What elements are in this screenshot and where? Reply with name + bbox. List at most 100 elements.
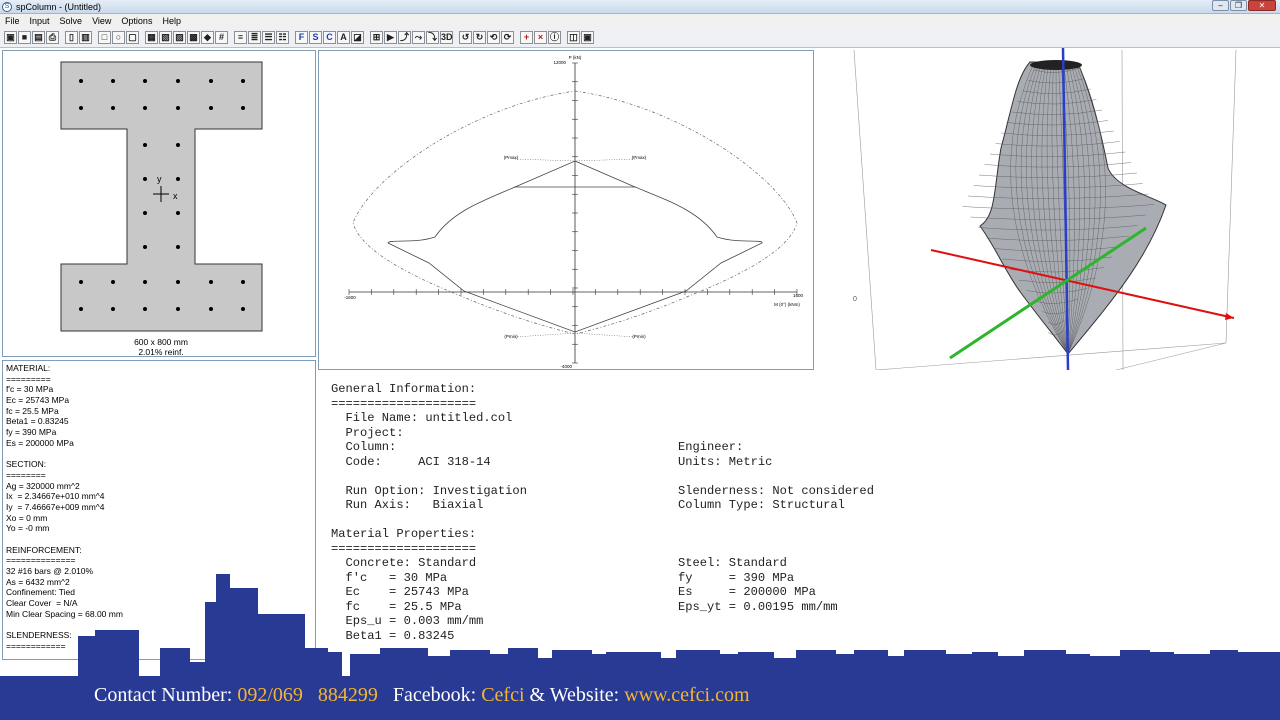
- pmin-right-label: (Pmin): [632, 334, 646, 339]
- rebar-dot: [79, 106, 83, 110]
- loads-3-icon[interactable]: ☰: [262, 31, 275, 44]
- minimize-button[interactable]: –: [1212, 0, 1229, 11]
- x-axis-arrow: [1225, 313, 1234, 320]
- menu-solve[interactable]: Solve: [55, 14, 88, 28]
- page-icon[interactable]: ▯: [65, 31, 78, 44]
- rebar-dot: [79, 79, 83, 83]
- menu-help[interactable]: Help: [157, 14, 186, 28]
- skyline-building: [1236, 652, 1280, 720]
- report-line: Run Option: Investigation Slenderness: No…: [331, 484, 1276, 499]
- box-edge: [853, 49, 877, 371]
- report-icon[interactable]: ▥: [79, 31, 92, 44]
- property-line: fc = 25.5 MPa: [6, 405, 59, 416]
- add-bar-icon[interactable]: +: [520, 31, 533, 44]
- report-right-text: Steel: Standard: [678, 556, 787, 570]
- menu-view[interactable]: View: [87, 14, 116, 28]
- menu-input[interactable]: Input: [25, 14, 55, 28]
- report-line: General Information:: [331, 382, 1276, 397]
- bar-color-icon[interactable]: ◆: [201, 31, 214, 44]
- bars-all-sides-icon[interactable]: ▦: [145, 31, 158, 44]
- menu-file[interactable]: File: [0, 14, 25, 28]
- report-right-text: Engineer:: [678, 440, 744, 454]
- save-icon[interactable]: ■: [18, 31, 31, 44]
- rotate-up-icon[interactable]: ↺: [459, 31, 472, 44]
- mm-diagram-icon[interactable]: ⤵: [426, 31, 439, 44]
- report-line: Code: ACI 318-14 Units: Metric: [331, 455, 1276, 470]
- rotate-left-icon[interactable]: ⟲: [487, 31, 500, 44]
- design-criteria-icon[interactable]: ⊞: [370, 31, 383, 44]
- service-loads-icon[interactable]: S: [309, 31, 322, 44]
- rebar-dot: [209, 79, 213, 83]
- property-line: REINFORCEMENT:: [6, 544, 82, 555]
- factored-loads-icon[interactable]: F: [295, 31, 308, 44]
- rebar-dot: [143, 245, 147, 249]
- section-drawing: y x 600 x 800 mm 2.01% reinf.: [60, 61, 263, 357]
- properties-icon[interactable]: ⓘ: [548, 31, 561, 44]
- menu-options[interactable]: Options: [116, 14, 157, 28]
- report-line: Material Properties:: [331, 527, 1276, 542]
- execute-icon[interactable]: ▶: [384, 31, 397, 44]
- rebar-dot: [176, 280, 180, 284]
- website-label: & Website:: [524, 684, 625, 706]
- open-icon[interactable]: ▣: [4, 31, 17, 44]
- rebar-dot: [111, 280, 115, 284]
- grid-icon[interactable]: #: [215, 31, 228, 44]
- section-reinf-caption: 2.01% reinf.: [138, 347, 183, 356]
- rebar-dot: [241, 280, 245, 284]
- loads-4-icon[interactable]: ☷: [276, 31, 289, 44]
- pmin-right-leader: [574, 332, 636, 338]
- rotate-right-icon[interactable]: ⟳: [501, 31, 514, 44]
- bars-circle-icon[interactable]: ▩: [187, 31, 200, 44]
- axial-loads-icon[interactable]: A: [337, 31, 350, 44]
- pmin-left-leader: [514, 332, 576, 338]
- title-bar[interactable]: S spColumn - (Untitled) – ❐ ✕: [0, 0, 1280, 14]
- restore-button[interactable]: ❐: [1230, 0, 1247, 11]
- report-left-text: General Information:: [331, 382, 477, 396]
- rotate-down-icon[interactable]: ↻: [473, 31, 486, 44]
- property-line: Es = 200000 MPa: [6, 437, 74, 448]
- property-line: Xo = 0 mm: [6, 512, 48, 523]
- interaction-diagram-panel[interactable]: P (kN) 12000 -4000 -1600 1600 M (0°) (kN…: [318, 50, 814, 370]
- print-icon[interactable]: ⎙: [46, 31, 59, 44]
- report-line: File Name: untitled.col: [331, 411, 1276, 426]
- loads-1-icon[interactable]: ≡: [234, 31, 247, 44]
- print-preview-icon[interactable]: ▤: [32, 31, 45, 44]
- property-line: Yo = -0 mm: [6, 523, 50, 534]
- report-line: [331, 469, 1276, 484]
- delete-bar-icon[interactable]: ×: [534, 31, 547, 44]
- rebar-dot: [111, 106, 115, 110]
- view-3d-panel[interactable]: 0: [816, 47, 1280, 371]
- rebar-dot: [143, 106, 147, 110]
- circle-section-icon[interactable]: ○: [112, 31, 125, 44]
- website-value: www.cefci.com: [624, 684, 750, 706]
- facebook-label: Facebook:: [377, 684, 482, 706]
- skyline-building: [1172, 654, 1212, 720]
- property-line: Ix = 2.34667e+010 mm^4: [6, 491, 105, 502]
- axis-y-label: y: [157, 174, 162, 184]
- pmax-left-label: (Pmax): [504, 155, 519, 160]
- view-3d-icon[interactable]: 3D: [440, 31, 453, 44]
- moment-loads-icon[interactable]: ◪: [351, 31, 364, 44]
- close-button[interactable]: ✕: [1248, 0, 1276, 11]
- diagram-icon[interactable]: ⤴: [398, 31, 411, 44]
- window-tile-icon[interactable]: ◫: [567, 31, 580, 44]
- bars-sides-icon[interactable]: ▨: [173, 31, 186, 44]
- pm-diagram-icon[interactable]: ⤳: [412, 31, 425, 44]
- control-points-icon[interactable]: C: [323, 31, 336, 44]
- bars-two-sides-icon[interactable]: ▧: [159, 31, 172, 44]
- window-cascade-icon[interactable]: ▣: [581, 31, 594, 44]
- report-left-text: Concrete: Standard: [331, 556, 477, 570]
- report-left-text: Project:: [331, 425, 404, 440]
- rebar-dot: [241, 79, 245, 83]
- m-axis-left-label: -1600: [344, 295, 356, 300]
- rectangle-section-icon[interactable]: □: [98, 31, 111, 44]
- property-line: [6, 534, 312, 545]
- report-right-text: Column Type: Structural: [678, 498, 845, 512]
- section-view-panel[interactable]: y x 600 x 800 mm 2.01% reinf.: [2, 50, 316, 357]
- contact-number-label: Contact Number:: [94, 684, 238, 706]
- irregular-section-icon[interactable]: ▢: [126, 31, 139, 44]
- rebar-dot: [176, 177, 180, 181]
- loads-2-icon[interactable]: ≣: [248, 31, 261, 44]
- rebar-dot: [209, 307, 213, 311]
- box-edge: [1225, 49, 1237, 344]
